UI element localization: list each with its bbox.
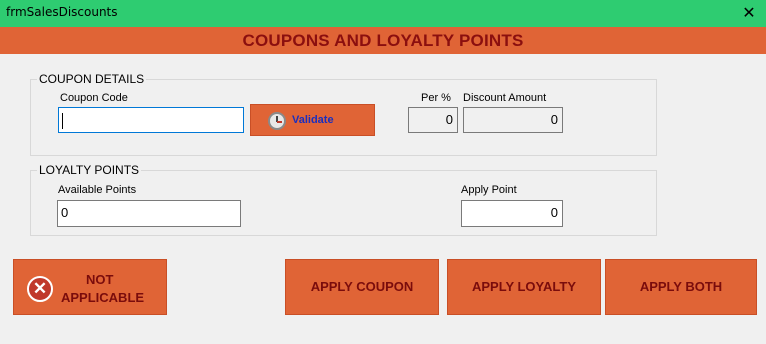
apply-coupon-button[interactable]: APPLY COUPON (285, 259, 439, 315)
close-icon[interactable]: ✕ (732, 0, 766, 27)
validate-label: Validate (292, 114, 334, 126)
window-title: frmSalesDiscounts (6, 5, 118, 19)
available-points-label: Available Points (58, 184, 137, 196)
discount-amount-label: Discount Amount (463, 92, 547, 104)
coupon-details-title: COUPON DETAILS (37, 72, 147, 86)
not-applicable-button[interactable]: ✕ NOT APPLICABLE (13, 259, 167, 315)
apply-point-label: Apply Point (461, 184, 517, 196)
form-header: COUPONS AND LOYALTY POINTS (0, 27, 766, 54)
coupon-code-label: Coupon Code (60, 92, 128, 104)
coupon-code-input[interactable] (58, 107, 244, 133)
available-points-field[interactable]: 0 (57, 200, 241, 227)
not-applicable-line1: NOT (86, 272, 114, 287)
apply-loyalty-button[interactable]: APPLY LOYALTY (447, 259, 601, 315)
discount-amount-field: 0 (463, 107, 563, 133)
not-applicable-line2: APPLICABLE (61, 290, 145, 305)
per-percent-field: 0 (408, 107, 458, 133)
clock-icon (268, 112, 286, 130)
text-caret (62, 112, 63, 129)
apply-both-button[interactable]: APPLY BOTH (605, 259, 757, 315)
title-bar: frmSalesDiscounts ✕ (0, 0, 766, 27)
validate-button[interactable]: Validate (250, 104, 375, 136)
apply-point-input[interactable]: 0 (461, 200, 563, 227)
sales-discounts-window: frmSalesDiscounts ✕ COUPONS AND LOYALTY … (0, 0, 766, 344)
x-circle-icon: ✕ (27, 276, 53, 302)
per-percent-label: Per % (421, 92, 451, 104)
loyalty-points-title: LOYALTY POINTS (37, 163, 142, 177)
form-header-title: COUPONS AND LOYALTY POINTS (242, 31, 524, 50)
